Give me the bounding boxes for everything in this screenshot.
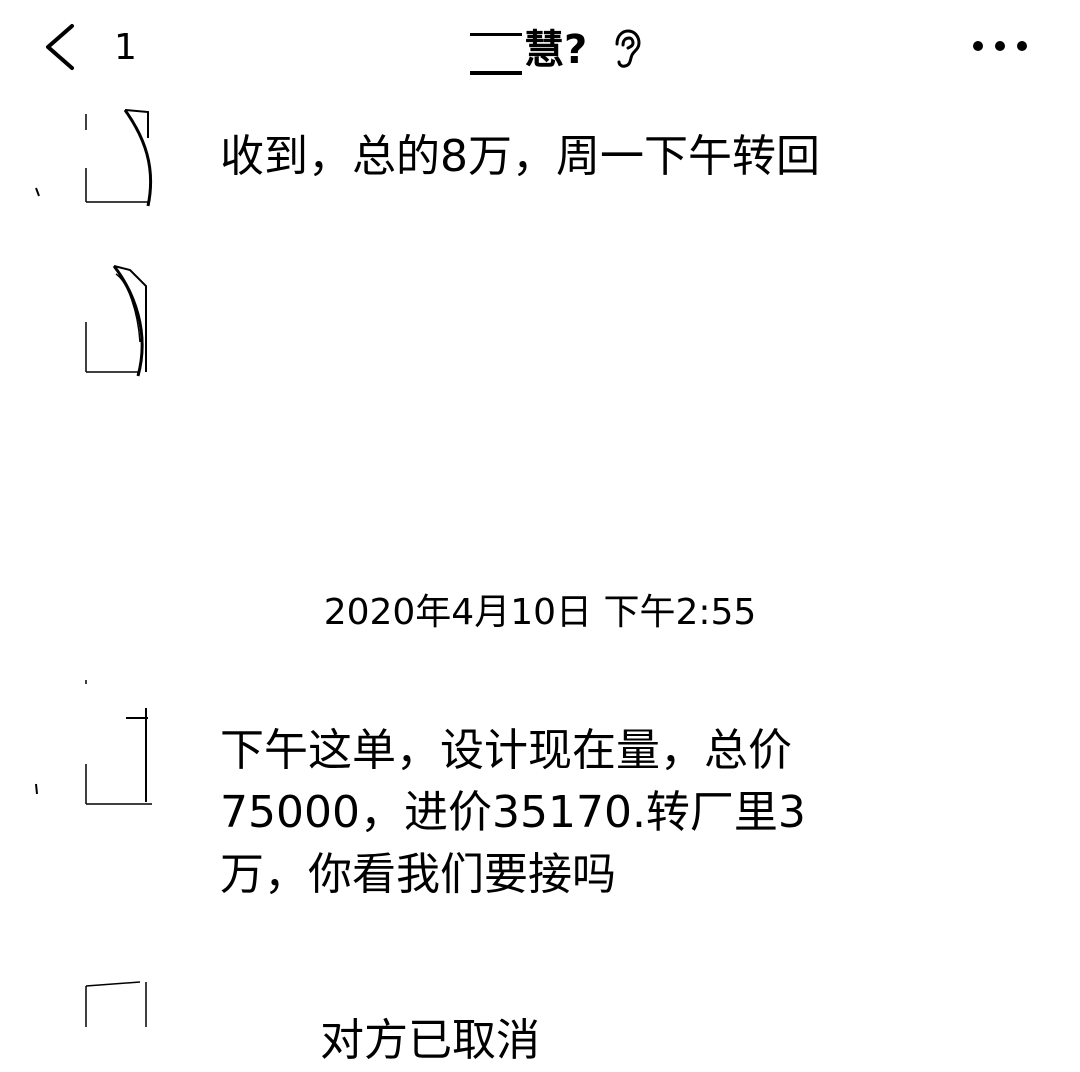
more-button[interactable] (968, 28, 1032, 64)
sender-avatar[interactable] (80, 976, 160, 1027)
message-text[interactable]: 对方已取消 (320, 1010, 540, 1072)
sender-avatar[interactable] (30, 676, 160, 810)
message-text[interactable]: 收到，总的8万，周一下午转回 (220, 126, 820, 188)
more-icon (973, 41, 1027, 51)
sender-avatar[interactable] (80, 262, 160, 382)
chat-header: 1 慧? (0, 0, 1080, 100)
message-text[interactable]: 下午这单，设计现在量，总价 75000，进价35170.转厂里3 万，你看我们要… (220, 720, 806, 906)
unread-count: 1 (114, 27, 137, 68)
redacted-name-block (470, 33, 522, 75)
contact-name: 慧? (524, 27, 588, 73)
chevron-left-icon (46, 24, 74, 70)
message-timestamp: 2020年4月10日 下午2:55 (323, 592, 757, 633)
ear-icon (615, 29, 641, 68)
chat-title[interactable]: 慧? (470, 20, 643, 80)
sender-avatar[interactable] (30, 108, 160, 212)
back-button[interactable] (40, 22, 84, 72)
